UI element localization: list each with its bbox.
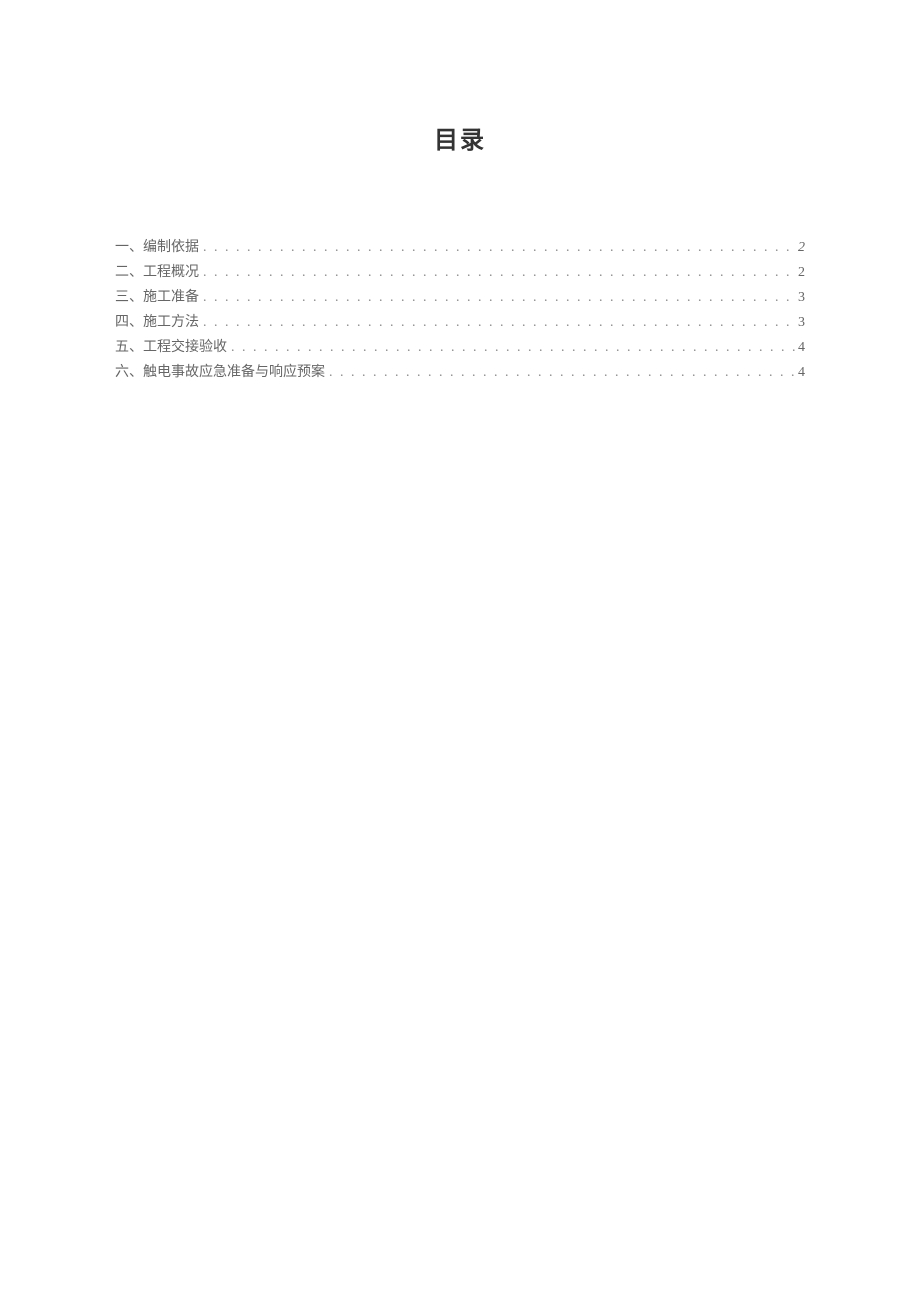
- toc-entry-page: 4: [796, 335, 805, 360]
- toc-dots: [325, 360, 796, 385]
- toc-entry: 二、工程概况 2: [115, 260, 805, 285]
- toc-entry-page: 3: [796, 285, 805, 310]
- toc-entry-label: 一、编制依据: [115, 235, 199, 260]
- toc-title: 目录: [115, 120, 805, 155]
- toc-dots: [199, 310, 796, 335]
- toc-dots: [227, 335, 796, 360]
- toc-entry-label: 五、工程交接验收: [115, 335, 227, 360]
- toc-entry: 六、触电事故应急准备与响应预案 4: [115, 360, 805, 385]
- toc-entry: 五、工程交接验收 4: [115, 335, 805, 360]
- toc-entry: 一、编制依据 2: [115, 235, 805, 260]
- toc-dots: [199, 260, 796, 285]
- toc-entry-page: 4: [796, 360, 805, 385]
- toc-entry: 四、施工方法 3: [115, 310, 805, 335]
- toc-entry-label: 六、触电事故应急准备与响应预案: [115, 360, 325, 385]
- toc-dots: [199, 285, 796, 310]
- toc-entry-page: 2: [796, 235, 805, 260]
- table-of-contents: 一、编制依据 2 二、工程概况 2 三、施工准备 3 四、施工方法 3 五、工程…: [115, 235, 805, 385]
- toc-entry-label: 二、工程概况: [115, 260, 199, 285]
- toc-dots: [199, 235, 796, 260]
- toc-entry-page: 2: [796, 260, 805, 285]
- toc-entry-label: 三、施工准备: [115, 285, 199, 310]
- toc-entry-label: 四、施工方法: [115, 310, 199, 335]
- document-page: 目录 一、编制依据 2 二、工程概况 2 三、施工准备 3 四、施工方法 3 五…: [0, 0, 920, 385]
- toc-entry: 三、施工准备 3: [115, 285, 805, 310]
- toc-entry-page: 3: [796, 310, 805, 335]
